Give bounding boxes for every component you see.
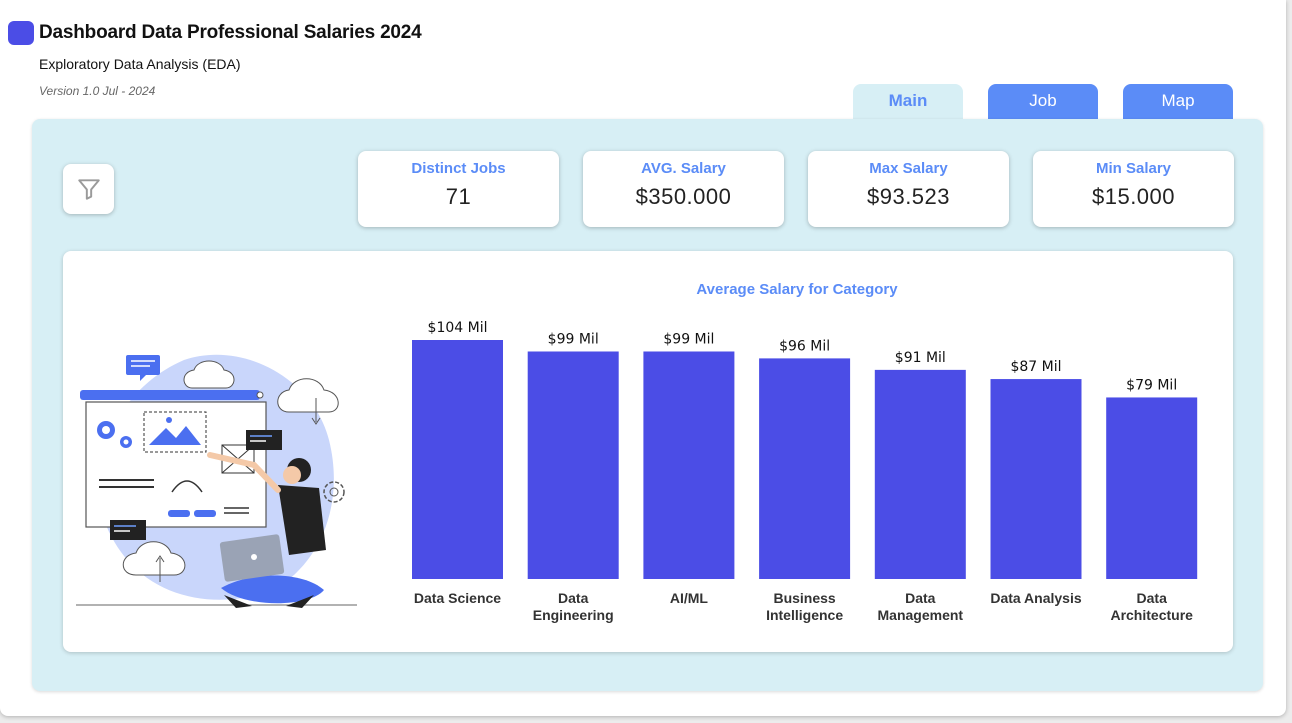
kpi-label: Min Salary <box>1095 160 1172 177</box>
kpi-value: 71 <box>445 184 472 209</box>
tab-main[interactable]: Main <box>853 84 963 120</box>
kpi-label: Distinct Jobs <box>411 160 506 177</box>
kpi-card-max-salary: Max Salary $93.523 <box>808 151 1009 227</box>
kpi-card-distinct-jobs: Distinct Jobs 71 <box>358 151 559 227</box>
kpi-card-avg-salary: AVG. Salary $350.000 <box>583 151 784 227</box>
data-analyst-illustration <box>76 354 357 608</box>
chart-title: Average Salary for Category <box>696 281 898 298</box>
kpi-label: Max Salary <box>869 160 948 177</box>
title-accent-marker <box>8 21 34 45</box>
filter-button[interactable] <box>63 164 114 214</box>
kpi-card-min-salary: Min Salary $15.000 <box>1033 151 1234 227</box>
tab-map[interactable]: Map <box>1123 84 1233 120</box>
filter-icon <box>77 179 100 200</box>
version-text: Version 1.0 Jul - 2024 <box>39 84 156 98</box>
kpi-value: $93.523 <box>866 184 951 209</box>
kpi-value: $15.000 <box>1091 184 1176 209</box>
page-subtitle: Exploratory Data Analysis (EDA) <box>39 56 241 72</box>
tab-job[interactable]: Job <box>988 84 1098 120</box>
page-title: Dashboard Data Professional Salaries 202… <box>39 22 422 43</box>
kpi-value: $350.000 <box>635 184 732 209</box>
kpi-label: AVG. Salary <box>641 160 726 177</box>
